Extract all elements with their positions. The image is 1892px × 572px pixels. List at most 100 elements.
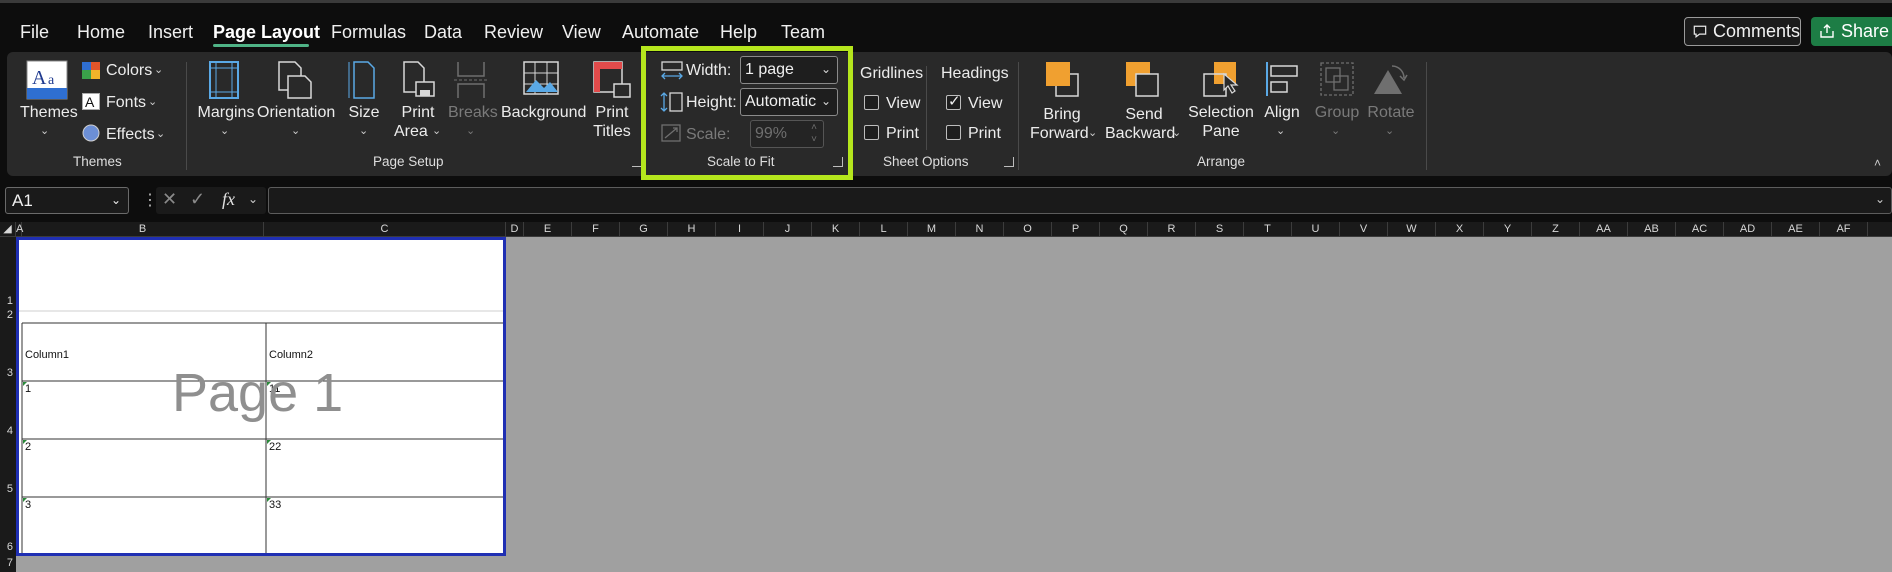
comment-icon: [1693, 25, 1707, 38]
row-header-4[interactable]: 4: [0, 425, 16, 437]
column-header-r[interactable]: R: [1148, 222, 1196, 237]
size-icon: [348, 61, 375, 99]
column-header-ac[interactable]: AC: [1676, 222, 1724, 237]
column-header-j[interactable]: J: [764, 222, 812, 237]
table-cell[interactable]: 22: [269, 441, 281, 453]
column-header-m[interactable]: M: [908, 222, 956, 237]
headings-print-checkbox[interactable]: [946, 125, 961, 140]
column-header-i[interactable]: I: [716, 222, 764, 237]
column-header-u[interactable]: U: [1292, 222, 1340, 237]
row-header-1[interactable]: 1: [0, 295, 16, 307]
fonts-icon: A: [82, 93, 100, 110]
sheet-options-launcher-icon[interactable]: [1004, 157, 1014, 167]
column-header-w[interactable]: W: [1388, 222, 1436, 237]
row-header-7[interactable]: 7: [0, 557, 16, 569]
name-box[interactable]: A1 ⌄: [5, 187, 129, 214]
share-button[interactable]: Share: [1811, 17, 1892, 46]
table-cell[interactable]: 3: [25, 499, 31, 511]
colors-icon: [82, 62, 100, 79]
selection-pane-label-2: Pane: [1202, 123, 1240, 140]
bring-forward-dropdown-icon: ⌄: [1088, 127, 1098, 139]
menu-team[interactable]: Team: [781, 22, 825, 43]
column-header-ab[interactable]: AB: [1628, 222, 1676, 237]
column-header-q[interactable]: Q: [1100, 222, 1148, 237]
size-dropdown-icon: ⌄: [359, 125, 369, 137]
column-header-y[interactable]: Y: [1484, 222, 1532, 237]
bring-forward-label-2: Forward: [1030, 125, 1089, 142]
column-header-n[interactable]: N: [956, 222, 1004, 237]
menu-insert[interactable]: Insert: [148, 22, 193, 43]
formula-input[interactable]: ⌄: [268, 187, 1892, 214]
align-dropdown-icon: ⌄: [1276, 125, 1286, 137]
headings-view-checkbox[interactable]: [946, 92, 961, 110]
column-header-c[interactable]: C: [264, 222, 506, 237]
table-cell[interactable]: 33: [269, 499, 281, 511]
print-titles-label-1: Print: [595, 104, 629, 121]
column-header-x[interactable]: X: [1436, 222, 1484, 237]
align-label: Align: [1264, 104, 1300, 121]
collapse-ribbon-icon[interactable]: ˄: [1874, 156, 1881, 170]
column-header-g[interactable]: G: [620, 222, 668, 237]
chevron-down-icon: ⌄: [248, 192, 259, 206]
table-cell[interactable]: 2: [25, 441, 31, 453]
column-header-l[interactable]: L: [860, 222, 908, 237]
sheet-options-separator: [926, 66, 927, 150]
row-header-3[interactable]: 3: [0, 367, 16, 379]
table-header-column1[interactable]: Column1: [25, 349, 69, 361]
menu-review[interactable]: Review: [484, 22, 543, 43]
column-header-af[interactable]: AF: [1820, 222, 1868, 237]
gridlines-print-checkbox[interactable]: [864, 125, 879, 140]
column-header-d[interactable]: D: [506, 222, 524, 237]
column-header-h[interactable]: H: [668, 222, 716, 237]
column-header-v[interactable]: V: [1340, 222, 1388, 237]
send-backward-dropdown-icon: ⌄: [1172, 127, 1182, 139]
expand-formula-icon[interactable]: ⌄: [1875, 192, 1885, 206]
column-header-z[interactable]: Z: [1532, 222, 1580, 237]
insert-function-icon[interactable]: fx: [222, 189, 235, 210]
column-header-ad[interactable]: AD: [1724, 222, 1772, 237]
column-header-aa[interactable]: AA: [1580, 222, 1628, 237]
svg-text:A: A: [85, 94, 95, 110]
print-area-label-1: Print: [401, 104, 435, 121]
print-area-icon: [403, 61, 435, 97]
print-titles-label-2: Titles: [593, 123, 631, 140]
table-cell[interactable]: 1: [25, 383, 31, 395]
orientation-dropdown-icon: ⌄: [291, 125, 301, 137]
themes-group-label: Themes: [73, 154, 122, 169]
table-header-column2[interactable]: Column2: [269, 349, 313, 361]
column-header-t[interactable]: T: [1244, 222, 1292, 237]
menu-data[interactable]: Data: [424, 22, 462, 43]
row-header-2[interactable]: 2: [0, 309, 16, 321]
bring-forward-icon: [1046, 62, 1079, 97]
sheet-options-group-label: Sheet Options: [883, 154, 969, 169]
column-header-f[interactable]: F: [572, 222, 620, 237]
menu-view[interactable]: View: [562, 22, 601, 43]
select-all-corner[interactable]: ◢: [0, 222, 16, 237]
column-header-ae[interactable]: AE: [1772, 222, 1820, 237]
menu-automate[interactable]: Automate: [622, 22, 699, 43]
column-header-k[interactable]: K: [812, 222, 860, 237]
comments-button[interactable]: Comments: [1684, 17, 1801, 46]
background-icon: [523, 61, 559, 95]
background-label: Background: [501, 104, 587, 121]
page-number-watermark: Page 1: [172, 363, 344, 423]
group-separator: [186, 62, 187, 170]
menu-home[interactable]: Home: [77, 22, 125, 43]
breaks-dropdown-icon: ⌄: [466, 125, 476, 137]
comments-label: Comments: [1712, 21, 1800, 41]
menu-page-layout[interactable]: Page Layout: [213, 22, 320, 43]
menu-formulas[interactable]: Formulas: [331, 22, 406, 43]
column-header-e[interactable]: E: [524, 222, 572, 237]
column-header-s[interactable]: S: [1196, 222, 1244, 237]
enter-icon[interactable]: ✓: [190, 189, 205, 210]
column-header-b[interactable]: B: [22, 222, 264, 237]
gridlines-view-checkbox[interactable]: [864, 95, 879, 110]
menu-file[interactable]: File: [20, 22, 49, 43]
row-header-6[interactable]: 6: [0, 541, 16, 553]
row-header-5[interactable]: 5: [0, 483, 16, 495]
breaks-icon: [454, 62, 488, 98]
menu-help[interactable]: Help: [720, 22, 757, 43]
column-header-o[interactable]: O: [1004, 222, 1052, 237]
cancel-icon[interactable]: ✕: [162, 189, 177, 210]
column-header-p[interactable]: P: [1052, 222, 1100, 237]
